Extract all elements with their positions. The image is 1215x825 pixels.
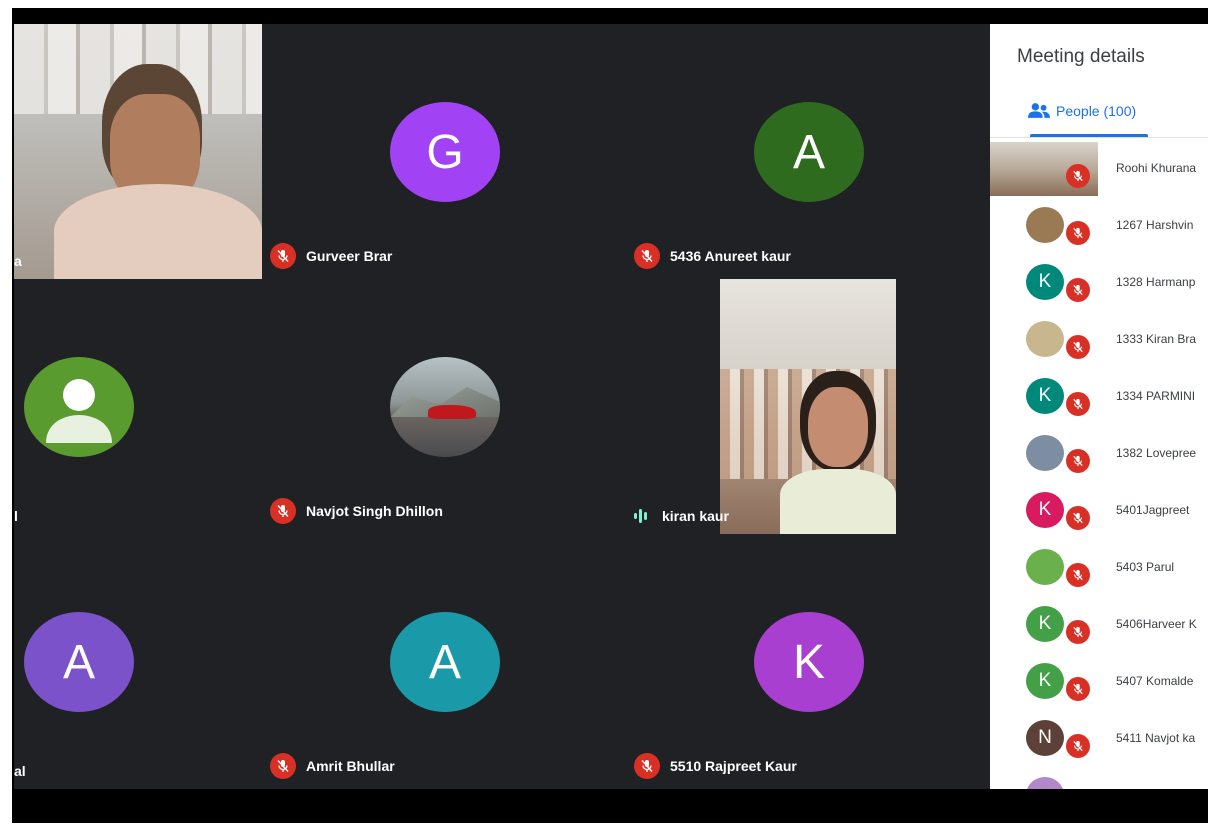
tab-people[interactable]: People (100) bbox=[1028, 102, 1136, 119]
avatar: N bbox=[1026, 720, 1064, 756]
mic-off-icon bbox=[270, 498, 296, 524]
avatar: A bbox=[390, 612, 500, 712]
participant-list-name: Roohi Khurana bbox=[1116, 161, 1197, 175]
participant-tile-3[interactable]: A 5436 Anureet kaur bbox=[626, 24, 990, 279]
participant-name-row: Amrit Bhullar bbox=[270, 753, 395, 779]
participant-list-name: 5401Jagpreet bbox=[1116, 503, 1190, 517]
mic-off-icon bbox=[1066, 335, 1090, 359]
participant-name: a bbox=[14, 253, 22, 269]
participant-list-item[interactable]: K 5407 Komalde bbox=[990, 653, 1208, 710]
participant-name-row: l bbox=[14, 508, 18, 524]
divider bbox=[990, 137, 1208, 138]
participant-tile-7[interactable]: A al bbox=[14, 534, 262, 789]
participant-list-name: 5403 Parul bbox=[1116, 560, 1175, 574]
mic-off-icon bbox=[270, 753, 296, 779]
participant-tile-6[interactable]: kiran kaur bbox=[626, 279, 990, 534]
participant-name: al bbox=[14, 763, 26, 779]
participant-video bbox=[720, 279, 896, 534]
participant-name-row: kiran kaur bbox=[634, 508, 729, 524]
mic-off-icon bbox=[1066, 677, 1090, 701]
participant-list-item[interactable]: 5403 Parul bbox=[990, 539, 1208, 596]
people-icon bbox=[1028, 103, 1050, 118]
participant-tile-4[interactable]: l bbox=[14, 279, 262, 534]
participant-list-item[interactable]: 5415 Mansi bbox=[990, 767, 1208, 789]
participant-name: kiran kaur bbox=[662, 508, 729, 524]
mic-off-icon bbox=[1066, 449, 1090, 473]
participant-list-name: 1382 Lovepree bbox=[1116, 446, 1197, 460]
participant-list-name: 5407 Komalde bbox=[1116, 674, 1194, 688]
avatar: K bbox=[1026, 663, 1064, 699]
avatar: K bbox=[1026, 378, 1064, 414]
mic-off-icon bbox=[1066, 164, 1090, 188]
speaking-indicator-icon bbox=[634, 508, 652, 524]
participant-list[interactable]: Roohi Khurana 1267 Harshvin K 1328 Harmanp 1… bbox=[990, 140, 1208, 789]
mic-off-icon bbox=[1066, 392, 1090, 416]
participant-name-row: Navjot Singh Dhillon bbox=[270, 498, 443, 524]
participant-video bbox=[14, 24, 262, 279]
person-icon bbox=[46, 379, 112, 443]
meeting-details-panel: Meeting details People (100) Roohi Khura… bbox=[990, 24, 1208, 789]
avatar: K bbox=[754, 612, 864, 712]
participant-tile-2[interactable]: G Gurveer Brar bbox=[262, 24, 626, 279]
participant-name: Gurveer Brar bbox=[306, 248, 393, 264]
participant-list-name: 1267 Harshvin bbox=[1116, 218, 1194, 232]
mic-off-icon bbox=[1066, 221, 1090, 245]
participant-name-row: 5510 Rajpreet Kaur bbox=[634, 753, 797, 779]
participant-list-item[interactable]: 1333 Kiran Bra bbox=[990, 311, 1208, 368]
video-grid: a G Gurveer Brar A 5436 Anureet kaur l N… bbox=[14, 24, 990, 789]
mic-off-icon bbox=[634, 753, 660, 779]
avatar: K bbox=[1026, 492, 1064, 528]
participant-list-name: 1333 Kiran Bra bbox=[1116, 332, 1197, 346]
participant-list-name: 5411 Navjot ka bbox=[1116, 731, 1196, 745]
participant-name: Amrit Bhullar bbox=[306, 758, 395, 774]
mic-off-icon bbox=[634, 243, 660, 269]
participant-name-row: Gurveer Brar bbox=[270, 243, 392, 269]
participant-list-item[interactable]: K 5401Jagpreet bbox=[990, 482, 1208, 539]
profile-photo-avatar bbox=[1026, 321, 1064, 357]
mic-off-icon bbox=[1066, 506, 1090, 530]
participant-name: l bbox=[14, 508, 18, 524]
profile-photo-avatar bbox=[390, 357, 500, 457]
participant-tile-8[interactable]: A Amrit Bhullar bbox=[262, 534, 626, 789]
participant-name-row: a bbox=[14, 253, 22, 269]
participant-list-item[interactable]: 1382 Lovepree bbox=[990, 425, 1208, 482]
profile-photo-avatar bbox=[1026, 777, 1064, 789]
participant-name: 5510 Rajpreet Kaur bbox=[670, 758, 797, 774]
mic-off-icon bbox=[1066, 734, 1090, 758]
participant-name-row: al bbox=[14, 763, 26, 779]
avatar: A bbox=[24, 612, 134, 712]
participant-list-item[interactable]: Roohi Khurana bbox=[990, 140, 1208, 197]
default-avatar bbox=[24, 357, 134, 457]
participant-name: Navjot Singh Dhillon bbox=[306, 503, 443, 519]
mic-off-icon bbox=[270, 243, 296, 269]
participant-list-item[interactable]: K 1334 PARMINI bbox=[990, 368, 1208, 425]
participant-list-name: 1334 PARMINI bbox=[1116, 389, 1196, 403]
screenshot-frame: a G Gurveer Brar A 5436 Anureet kaur l N… bbox=[0, 0, 1215, 825]
participant-tile-1[interactable]: a bbox=[14, 24, 262, 279]
participant-name-row: 5436 Anureet kaur bbox=[634, 243, 791, 269]
avatar: G bbox=[390, 102, 500, 202]
participant-tile-5[interactable]: Navjot Singh Dhillon bbox=[262, 279, 626, 534]
bottom-bar bbox=[12, 789, 1208, 823]
tab-people-label: People (100) bbox=[1056, 102, 1137, 119]
participant-list-item[interactable]: K 5406Harveer K bbox=[990, 596, 1208, 653]
participant-list-item[interactable]: N 5411 Navjot ka bbox=[990, 710, 1208, 767]
mic-off-icon bbox=[1066, 620, 1090, 644]
mic-off-icon bbox=[1066, 278, 1090, 302]
avatar: K bbox=[1026, 606, 1064, 642]
participant-list-item[interactable]: K 1328 Harmanp bbox=[990, 254, 1208, 311]
avatar: K bbox=[1026, 264, 1064, 300]
profile-photo-avatar bbox=[1026, 435, 1064, 471]
meeting-window: a G Gurveer Brar A 5436 Anureet kaur l N… bbox=[12, 8, 1208, 823]
profile-photo-avatar bbox=[1026, 549, 1064, 585]
profile-photo-avatar bbox=[1026, 207, 1064, 243]
participant-tile-9[interactable]: K 5510 Rajpreet Kaur bbox=[626, 534, 990, 789]
participant-name: 5436 Anureet kaur bbox=[670, 248, 791, 264]
participant-list-name: 5406Harveer K bbox=[1116, 617, 1197, 631]
avatar: A bbox=[754, 102, 864, 202]
mic-off-icon bbox=[1066, 563, 1090, 587]
panel-title: Meeting details bbox=[1017, 46, 1145, 67]
participant-list-name: 1328 Harmanp bbox=[1116, 275, 1196, 289]
participant-list-item[interactable]: 1267 Harshvin bbox=[990, 197, 1208, 254]
